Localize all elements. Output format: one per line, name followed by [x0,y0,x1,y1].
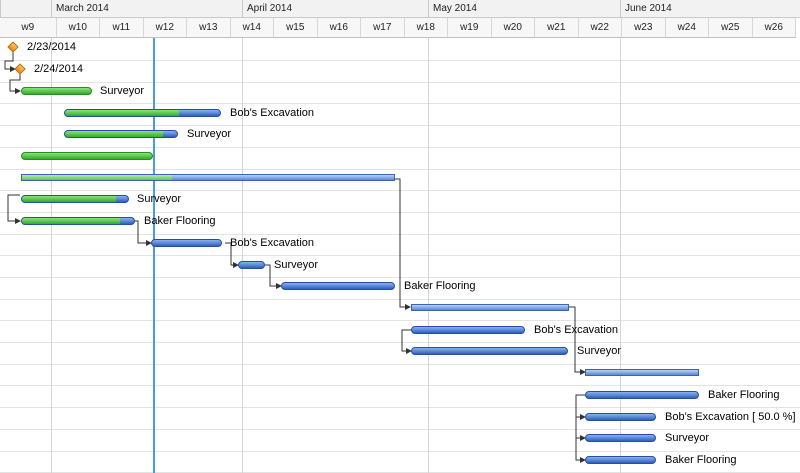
month-gridline [620,38,621,473]
week-header-cell: w22 [578,18,622,38]
summary-progress [22,175,172,180]
task-bar[interactable] [411,326,525,334]
milestone-label: 2/24/2014 [34,63,83,75]
row-separator [0,299,800,300]
task-bar[interactable] [411,347,568,355]
week-header-cell: w24 [665,18,709,38]
task-progress [65,110,179,116]
month-label: March 2014 [56,3,109,14]
week-header-cell: w23 [622,18,666,38]
month-gridline [428,38,429,473]
row-separator [0,147,800,148]
week-header-cell: w9 [0,18,57,38]
row-separator [0,234,800,235]
task-label: Bob's Excavation [534,324,619,336]
task-label: Surveyor [187,128,232,140]
task-label: Bob's Excavation [ 50.0 %] [665,411,796,423]
task-bar[interactable] [585,434,656,442]
week-header-cell: w13 [187,18,231,38]
week-header-cell: w19 [448,18,492,38]
task-label: Surveyor [665,432,710,444]
summary-bar[interactable] [411,304,569,311]
task-progress [65,131,163,137]
row-separator [0,320,800,321]
task-bar[interactable] [21,195,129,203]
row-separator [0,451,800,452]
row-separator [0,364,800,365]
summary-bar[interactable] [21,174,395,181]
task-bar[interactable] [151,239,222,247]
task-label: Baker Flooring [144,215,216,227]
row-separator [0,277,800,278]
month-label: June 2014 [625,3,672,14]
week-header-cell: w20 [491,18,535,38]
week-header-cell: w21 [535,18,579,38]
week-header-cell: w11 [100,18,144,38]
task-label: Surveyor [137,193,182,205]
month-gridline [242,38,243,473]
month-header [0,0,51,18]
task-label: Baker Flooring [665,454,737,466]
month-header: June 2014 [620,0,800,18]
week-header-cell: w17 [361,18,405,38]
task-label: Surveyor [100,85,145,97]
row-separator [0,342,800,343]
task-label: Bob's Excavation [230,107,315,119]
task-label: Surveyor [274,259,319,271]
week-header-cell: w14 [230,18,274,38]
task-progress [22,218,120,224]
row-separator [0,125,800,126]
week-header-cell: w12 [143,18,187,38]
task-bar[interactable] [64,109,221,117]
month-header: May 2014 [428,0,620,18]
row-separator [0,255,800,256]
task-label: Baker Flooring [404,280,476,292]
task-bar[interactable] [281,282,395,290]
gantt-chart: March 2014 April 2014 May 2014 June 2014… [0,0,800,473]
row-separator [0,407,800,408]
month-header: April 2014 [242,0,428,18]
row-separator [0,60,800,61]
week-header-cell: w15 [274,18,318,38]
task-bar[interactable] [64,130,178,138]
week-header-cell: w26 [752,18,796,38]
task-label: Surveyor [577,345,622,357]
task-label: Bob's Excavation [230,237,315,249]
row-separator [0,190,800,191]
task-bar[interactable] [21,87,92,95]
row-separator [0,103,800,104]
milestone-diamond[interactable] [14,63,26,75]
today-line [153,38,155,473]
week-header-cell: w16 [317,18,361,38]
month-label: April 2014 [247,3,293,14]
task-progress [22,196,116,202]
dependency-links [4,52,586,463]
task-label: Baker Flooring [708,389,780,401]
task-bar[interactable] [21,152,153,160]
task-bar[interactable] [585,413,656,421]
summary-bar[interactable] [585,369,699,376]
milestone-diamond[interactable] [7,41,19,53]
month-header: March 2014 [51,0,242,18]
month-gridline [51,38,52,473]
row-separator [0,212,800,213]
week-header-cell: w25 [709,18,753,38]
task-bar[interactable] [585,456,656,464]
row-separator [0,169,800,170]
task-bar[interactable] [585,391,699,399]
week-header-cell: w18 [404,18,448,38]
row-separator [0,82,800,83]
task-bar[interactable] [238,261,265,269]
row-separator [0,429,800,430]
row-separator [0,385,800,386]
week-header-cell: w10 [56,18,100,38]
month-label: May 2014 [433,3,477,14]
task-bar[interactable] [21,217,135,225]
milestone-label: 2/23/2014 [27,41,76,53]
